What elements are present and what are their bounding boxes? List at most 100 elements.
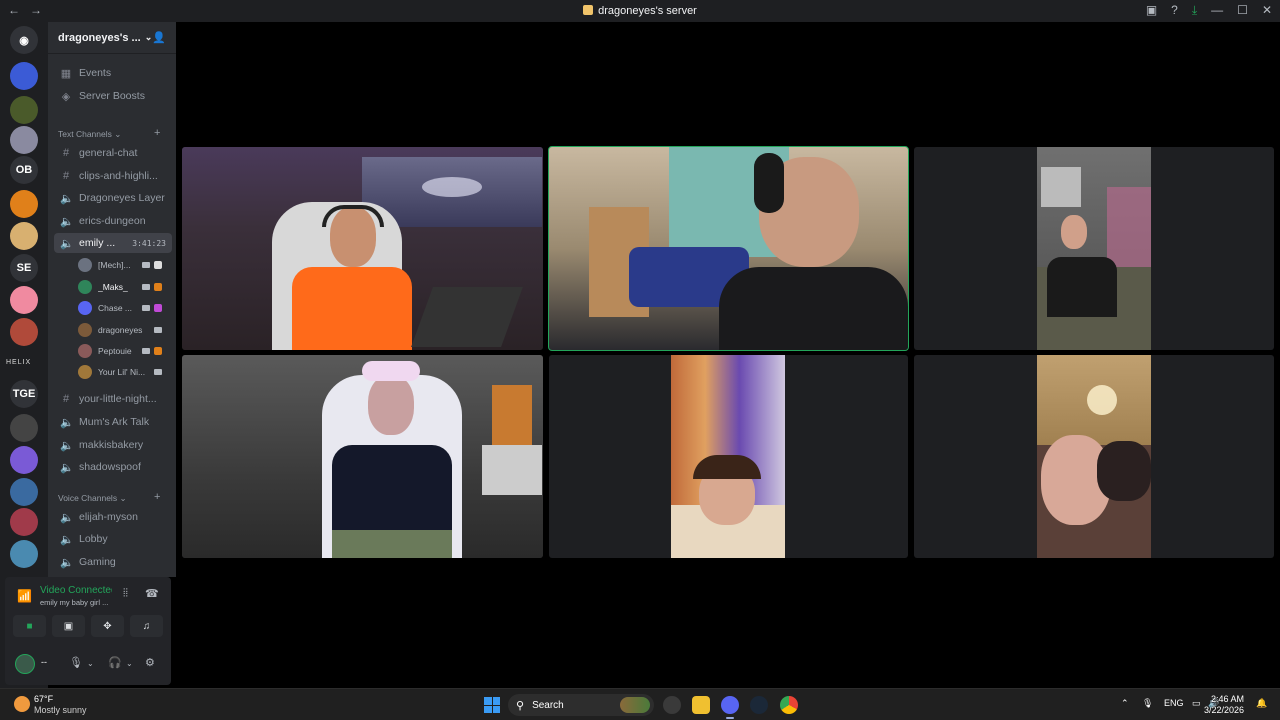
video-feed	[182, 355, 543, 558]
status-icon	[154, 283, 162, 291]
channel-general-chat[interactable]: # general-chat	[54, 143, 172, 163]
channel-lobby[interactable]: 🔈 Lobby	[54, 529, 172, 549]
user-avatar[interactable]	[15, 654, 35, 674]
settings-gear-icon[interactable]: ⚙	[145, 656, 155, 669]
user-name[interactable]: --	[41, 657, 47, 667]
video-tile[interactable]	[914, 355, 1274, 558]
server-icon-nick[interactable]	[10, 190, 38, 218]
weather-desc[interactable]: Mostly sunny	[34, 705, 87, 715]
camera-icon	[154, 327, 162, 333]
weather-temp[interactable]: 67°F	[34, 694, 53, 704]
status-icon	[154, 347, 162, 355]
speaker-icon: 🔈	[60, 237, 74, 250]
server-icon	[583, 5, 594, 15]
chevron-down-icon[interactable]: ⌄	[87, 659, 94, 668]
notification-bell-icon[interactable]: 🔔	[1256, 698, 1267, 709]
server-icon-10[interactable]	[10, 478, 38, 506]
clock-time[interactable]: 2:46 AM	[1211, 694, 1244, 704]
server-icon-6[interactable]	[10, 286, 38, 314]
server-icon-12[interactable]	[10, 540, 38, 568]
microphone-icon[interactable]: 🎙	[69, 656, 83, 669]
video-tile[interactable]	[914, 147, 1274, 350]
server-se[interactable]: SE	[10, 254, 38, 282]
channel-clips[interactable]: # clips-and-highli...	[54, 166, 172, 186]
server-header[interactable]: dragoneyes's ... ⌄ 👤	[48, 22, 176, 54]
voice-member[interactable]: Chase ...	[78, 298, 172, 318]
camera-button[interactable]: ■	[13, 615, 46, 637]
voice-channel-name[interactable]: emily my baby girl ...	[40, 598, 108, 607]
channel-elijah-myson[interactable]: 🔈 elijah-myson	[54, 507, 172, 527]
weather-icon[interactable]	[14, 696, 30, 712]
video-tile[interactable]	[182, 355, 543, 558]
video-tile[interactable]	[182, 147, 543, 350]
channel-emily-active[interactable]: 🔈 emily ... 3:41:23	[54, 233, 172, 253]
server-icon-2[interactable]	[10, 96, 38, 124]
channel-your-little-night[interactable]: # your-little-night...	[54, 389, 172, 409]
voice-member[interactable]: Your Lil' Ni...	[78, 362, 172, 382]
file-explorer-icon[interactable]	[692, 696, 710, 714]
video-feed	[549, 147, 908, 350]
voice-channels-category[interactable]: Voice Channels ⌄ +	[58, 491, 160, 504]
taskbar-search[interactable]: ⚲ Search	[508, 694, 654, 716]
voice-member[interactable]: dragoneyes	[78, 320, 172, 340]
help-icon[interactable]: ?	[1171, 3, 1178, 18]
microphone-tray-icon[interactable]: 🎙	[1142, 698, 1153, 709]
activities-button[interactable]: ✥	[91, 615, 124, 637]
voice-member[interactable]: _Maks_	[78, 277, 172, 297]
video-tile[interactable]	[549, 355, 908, 558]
language-indicator[interactable]: ENG	[1164, 698, 1184, 708]
channel-erics-dungeon[interactable]: 🔈 erics-dungeon	[54, 211, 172, 231]
invite-people-icon[interactable]: 👤	[152, 31, 166, 44]
chrome-icon[interactable]	[780, 696, 798, 714]
steam-icon[interactable]	[750, 696, 768, 714]
server-icon-3[interactable]	[10, 126, 38, 154]
channel-makkisbakery[interactable]: 🔈 makkisbakery	[54, 435, 172, 455]
server-icon-11[interactable]	[10, 508, 38, 536]
download-icon[interactable]: ⤓	[1192, 3, 1197, 18]
headphones-icon[interactable]: 🎧	[108, 656, 122, 669]
server-icon-7[interactable]	[10, 318, 38, 346]
voice-member[interactable]: Peptouie	[78, 341, 172, 361]
server-boosts-item[interactable]: ◈ Server Boosts	[54, 86, 172, 106]
network-icon[interactable]: ▭	[1192, 698, 1201, 709]
server-icon-9[interactable]	[10, 446, 38, 474]
disconnect-icon[interactable]: ☎	[145, 587, 159, 600]
speaker-icon: 🔈	[60, 511, 74, 524]
channel-shadowspoof[interactable]: 🔈 shadowspoof	[54, 457, 172, 477]
screen-share-button[interactable]: ▣	[52, 615, 85, 637]
server-helix[interactable]: HELIX	[6, 359, 31, 366]
channel-mums-ark-talk[interactable]: 🔈 Mum's Ark Talk	[54, 412, 172, 432]
soundboard-button[interactable]: ♫	[130, 615, 163, 637]
chevron-up-icon[interactable]: ⌃	[1121, 698, 1129, 709]
rug	[411, 287, 523, 347]
discord-home-icon[interactable]: ◉	[10, 26, 38, 54]
noise-suppression-icon[interactable]: ⦙⦙	[123, 587, 128, 600]
channel-gaming[interactable]: 🔈 Gaming	[54, 552, 172, 572]
clock-date[interactable]: 3/22/2026	[1204, 705, 1244, 715]
server-tge[interactable]: TGE	[10, 380, 38, 408]
server-icon-kinghill[interactable]	[10, 414, 38, 442]
minimize-button[interactable]: —	[1211, 3, 1223, 18]
voice-status[interactable]: Video Connected	[40, 585, 112, 596]
close-button[interactable]: ✕	[1262, 3, 1272, 18]
camera-icon	[142, 305, 150, 311]
text-channels-category[interactable]: Text Channels ⌄ +	[58, 127, 160, 140]
events-item[interactable]: ▦ Events	[54, 63, 172, 83]
chevron-down-icon[interactable]: ⌄	[126, 659, 133, 668]
server-icon-1[interactable]	[10, 62, 38, 90]
server-icon-5[interactable]	[10, 222, 38, 250]
maximize-button[interactable]: ☐	[1237, 3, 1248, 18]
connection-icon: 📶	[17, 589, 32, 603]
video-tile-speaking[interactable]	[548, 146, 909, 351]
channel-dragoneyes-layer[interactable]: 🔈 Dragoneyes Layer	[54, 188, 172, 208]
add-channel-icon[interactable]: +	[154, 491, 160, 503]
voice-member[interactable]: [Mech]...	[78, 255, 172, 275]
add-channel-icon[interactable]: +	[154, 127, 160, 139]
windows-start-icon[interactable]	[484, 697, 500, 713]
person-shirt	[719, 267, 908, 350]
copilot-icon[interactable]	[663, 696, 681, 714]
person-face	[1061, 215, 1087, 249]
inbox-icon[interactable]: ▣	[1146, 3, 1157, 18]
server-ob[interactable]: OB	[10, 156, 38, 184]
discord-taskbar-icon[interactable]	[721, 696, 739, 719]
